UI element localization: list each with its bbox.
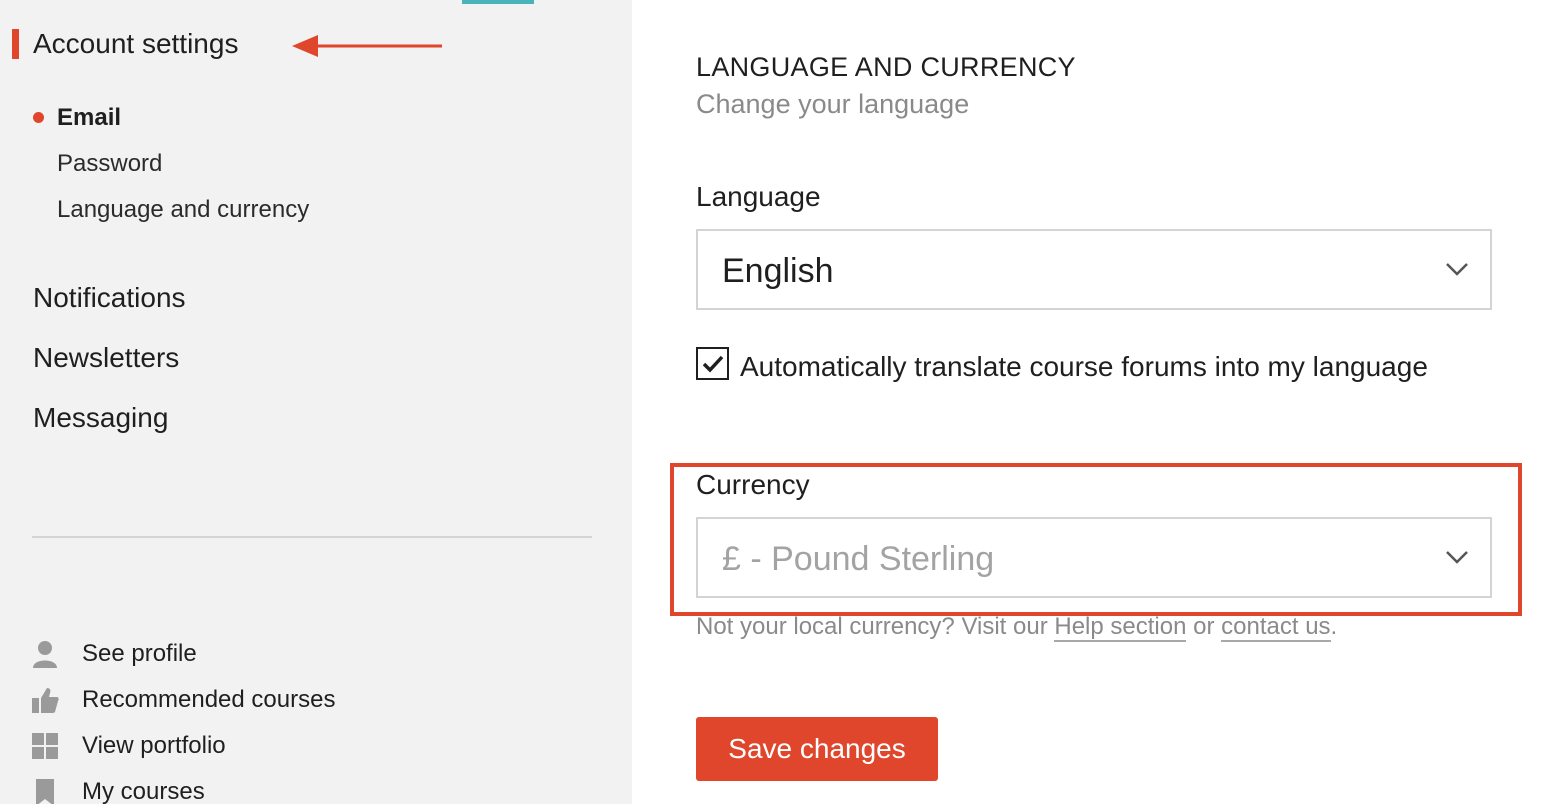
help-text-middle: or xyxy=(1186,613,1222,640)
sidebar: Account settings Email Password Language… xyxy=(0,0,632,804)
main-content: LANGUAGE AND CURRENCY Change your langua… xyxy=(632,0,1552,804)
annotation-arrow-icon xyxy=(292,35,442,57)
my-courses-label: My courses xyxy=(82,778,205,804)
thumbs-up-icon xyxy=(32,688,59,713)
sidebar-item-newsletters[interactable]: Newsletters xyxy=(33,341,179,375)
help-text-prefix: Not your local currency? Visit our xyxy=(696,613,1055,640)
section-active-marker xyxy=(12,29,19,59)
page-title: LANGUAGE AND CURRENCY xyxy=(696,52,1076,82)
save-changes-button[interactable]: Save changes xyxy=(696,717,938,781)
sidebar-item-notifications[interactable]: Notifications xyxy=(33,281,186,315)
language-select[interactable]: English xyxy=(696,229,1492,310)
grid-icon xyxy=(32,733,58,759)
language-selected-value: English xyxy=(722,252,834,290)
top-tab-indicator xyxy=(462,0,534,4)
currency-label: Currency xyxy=(696,469,810,500)
bookmark-icon xyxy=(36,779,54,804)
chevron-down-icon xyxy=(1446,551,1468,564)
sidebar-item-language-currency[interactable]: Language and currency xyxy=(57,195,309,225)
contact-us-link[interactable]: contact us xyxy=(1221,613,1331,642)
page-subtitle: Change your language xyxy=(696,89,970,119)
person-icon xyxy=(33,641,57,668)
active-item-dot xyxy=(33,112,44,123)
currency-selected-value: £ - Pound Sterling xyxy=(722,540,995,578)
checkmark-icon xyxy=(702,355,724,373)
recommended-courses-link[interactable]: Recommended courses xyxy=(30,683,450,719)
view-portfolio-link[interactable]: View portfolio xyxy=(30,729,450,765)
help-section-link[interactable]: Help section xyxy=(1054,613,1187,642)
chevron-down-icon xyxy=(1446,263,1468,276)
currency-select[interactable]: £ - Pound Sterling xyxy=(696,517,1492,598)
currency-help-text: Not your local currency? Visit our Help … xyxy=(696,611,1337,643)
sidebar-divider xyxy=(32,536,592,538)
see-profile-link[interactable]: See profile xyxy=(30,637,450,673)
my-courses-link[interactable]: My courses xyxy=(30,775,450,804)
see-profile-label: See profile xyxy=(82,640,197,667)
view-portfolio-label: View portfolio xyxy=(82,732,226,759)
auto-translate-label[interactable]: Automatically translate course forums in… xyxy=(740,345,1440,389)
sidebar-item-password[interactable]: Password xyxy=(57,149,162,179)
sidebar-item-email[interactable]: Email xyxy=(57,103,121,133)
sidebar-item-messaging[interactable]: Messaging xyxy=(33,401,168,435)
language-label: Language xyxy=(696,181,821,212)
auto-translate-checkbox[interactable] xyxy=(696,347,729,380)
recommended-courses-label: Recommended courses xyxy=(82,686,336,713)
sidebar-section-title[interactable]: Account settings xyxy=(33,27,238,61)
help-text-suffix: . xyxy=(1330,613,1338,640)
